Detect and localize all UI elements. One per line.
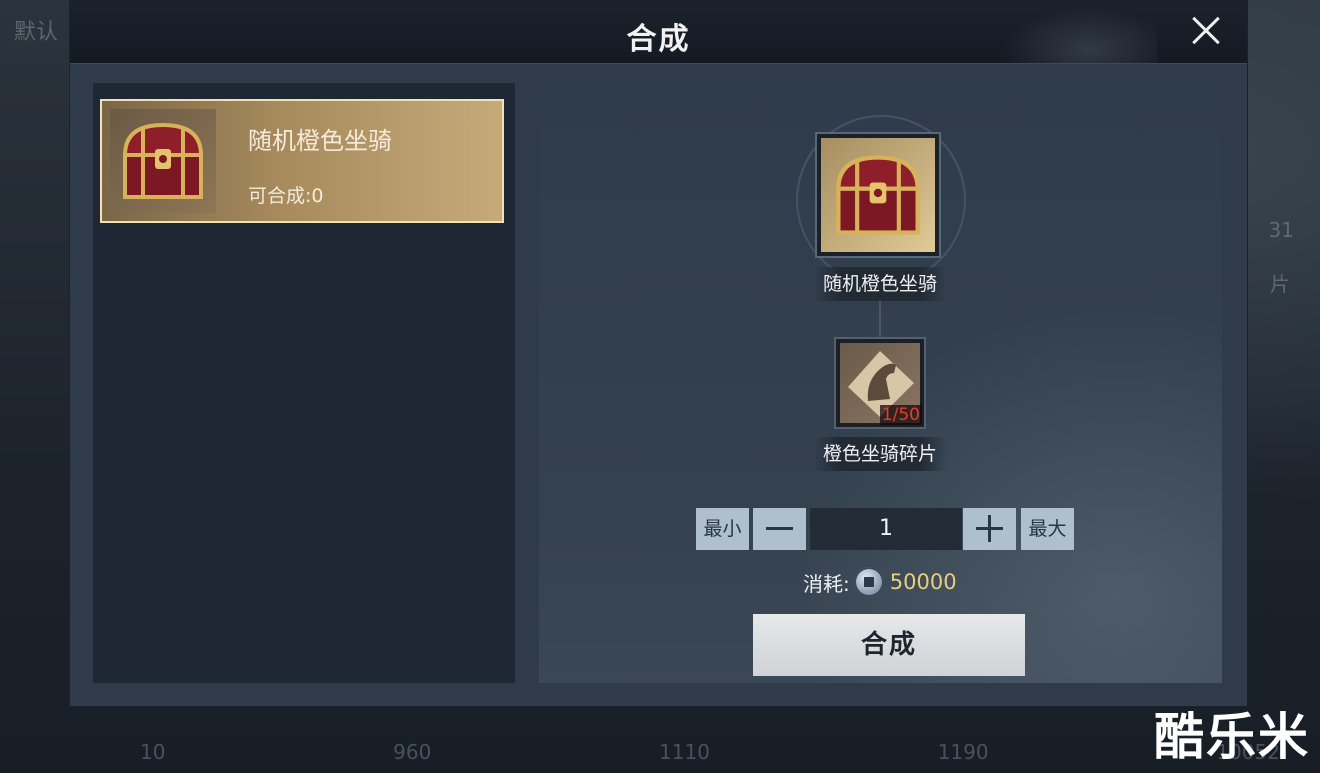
recipe-name: 随机橙色坐骑 <box>248 127 392 155</box>
synthesis-panel: 随机橙色坐骑 1/50 橙色坐骑碎片 最小 1 最大 消耗: 50000 合成 <box>539 83 1222 683</box>
quantity-input[interactable]: 1 <box>810 508 962 550</box>
dialog-header: 合成 <box>70 0 1247 64</box>
synthesis-dialog: 合成 随机橙色坐骑 可合成:0 随机橙色坐骑 1/50 橙色坐骑碎片 最小 1 … <box>70 0 1247 706</box>
increase-button[interactable] <box>963 508 1016 550</box>
target-item-slot[interactable] <box>815 132 941 258</box>
target-item-name: 随机橙色坐骑 <box>813 267 947 301</box>
quantity-stepper: 最小 1 最大 <box>696 508 1076 550</box>
max-button[interactable]: 最大 <box>1021 508 1074 550</box>
coin-icon <box>853 567 884 597</box>
background-value: 1110 <box>659 740 710 764</box>
material-count: 1/50 <box>879 405 922 425</box>
background-tab-label: 默认 <box>14 20 59 45</box>
background-value: 960 <box>393 740 432 764</box>
background-bottom-row: 10 960 1110 1190 10052 <box>140 740 1280 770</box>
material-item-name: 橙色坐骑碎片 <box>813 437 947 471</box>
craft-button[interactable]: 合成 <box>753 614 1025 676</box>
watermark: 酷乐米 <box>1154 708 1310 766</box>
cost-row: 消耗: 50000 <box>803 565 957 599</box>
background-label: 片 <box>1270 272 1290 296</box>
minus-icon <box>766 527 793 530</box>
close-icon[interactable] <box>1185 10 1227 52</box>
material-item-slot[interactable]: 1/50 <box>834 337 926 429</box>
background-number: 31 <box>1268 218 1294 242</box>
cost-amount: 50000 <box>889 570 957 594</box>
background-value: 1190 <box>937 740 989 764</box>
treasure-chest-icon <box>110 109 216 213</box>
recipe-list: 随机橙色坐骑 可合成:0 <box>93 83 515 683</box>
min-button[interactable]: 最小 <box>696 508 749 550</box>
dialog-title: 合成 <box>626 22 691 57</box>
decrease-button[interactable] <box>753 508 806 550</box>
background-value: 10 <box>140 740 166 764</box>
craftable-count: 可合成:0 <box>248 185 324 207</box>
recipe-list-item[interactable]: 随机橙色坐骑 可合成:0 <box>100 99 504 223</box>
cost-label: 消耗: <box>803 571 850 596</box>
treasure-chest-icon <box>821 138 935 252</box>
connector-line <box>879 301 881 337</box>
